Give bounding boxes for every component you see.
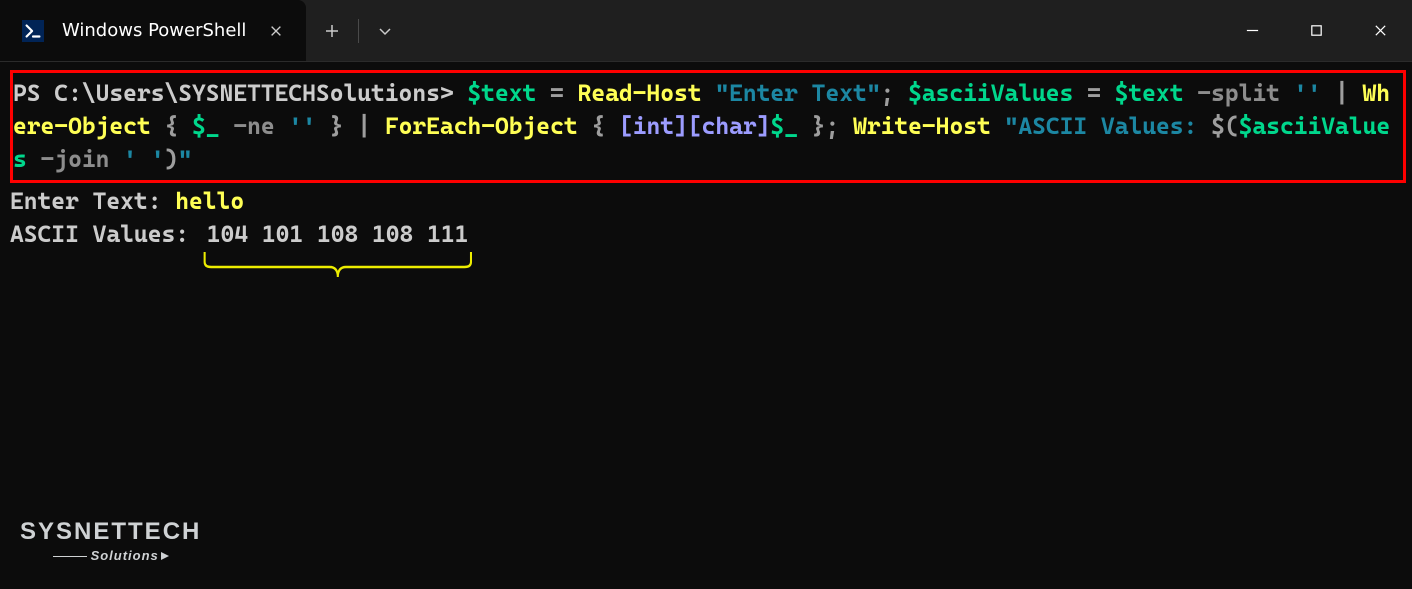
sp4 xyxy=(991,112,1005,140)
prompt: PS C:\Users\SYSNETTECHSolutions> xyxy=(13,79,467,107)
tab-powershell[interactable]: Windows PowerShell xyxy=(0,0,306,61)
semi2: ; xyxy=(826,112,854,140)
brace-c1: } xyxy=(316,112,344,140)
brace-o2: { xyxy=(591,112,619,140)
dollar2: $_ xyxy=(770,112,798,140)
tab-strip: Windows PowerShell xyxy=(0,0,1220,61)
command-highlight-box: PS C:\Users\SYSNETTECHSolutions> $text =… xyxy=(10,70,1406,183)
pipe1: | xyxy=(1321,79,1362,107)
op-eq1: = xyxy=(536,79,577,107)
cmd-readhost: Read-Host xyxy=(578,79,702,107)
output-enter-text: Enter Text: hello xyxy=(10,185,1406,218)
join-arg: ' ' xyxy=(123,145,164,173)
new-tab-button[interactable] xyxy=(306,0,358,61)
op-split: -split xyxy=(1183,79,1293,107)
window: Windows PowerShell xyxy=(0,0,1412,589)
op-join: -join xyxy=(27,145,123,173)
var-ascii: $asciiValues xyxy=(908,79,1073,107)
tab-actions xyxy=(306,0,411,61)
split-arg: '' xyxy=(1294,79,1322,107)
brace-o1: { xyxy=(164,112,192,140)
dollar1: $_ xyxy=(192,112,220,140)
enter-text-label: Enter Text: xyxy=(10,187,175,215)
ascii-label: ASCII Values: xyxy=(10,220,203,248)
brace-c2: } xyxy=(798,112,826,140)
tab-close-button[interactable] xyxy=(264,19,288,43)
ne-arg: '' xyxy=(288,112,316,140)
pipe2: | xyxy=(344,112,385,140)
watermark-bottom: Solutions xyxy=(20,547,201,565)
sub-o: $( xyxy=(1211,112,1239,140)
cmd-writehost: Write-Host xyxy=(853,112,991,140)
output-ascii-values: ASCII Values: 104 101 108 108 111 xyxy=(10,218,1406,251)
powershell-icon xyxy=(22,20,44,42)
tab-title: Windows PowerShell xyxy=(62,20,246,41)
watermark-bottom-text: Solutions xyxy=(91,548,159,563)
sp3 xyxy=(578,112,592,140)
cast: [int][char] xyxy=(619,112,770,140)
window-controls xyxy=(1220,0,1412,61)
var-text: $text xyxy=(467,79,536,107)
tab-dropdown-button[interactable] xyxy=(359,0,411,61)
titlebar: Windows PowerShell xyxy=(0,0,1412,62)
terminal[interactable]: PS C:\Users\SYSNETTECHSolutions> $text =… xyxy=(0,62,1412,589)
semi1: ; xyxy=(881,79,909,107)
sp2 xyxy=(151,112,165,140)
cmd-foreach: ForEach-Object xyxy=(385,112,578,140)
str-o: "ASCII Values: xyxy=(1005,112,1212,140)
close-button[interactable] xyxy=(1348,0,1412,61)
op-eq2: = xyxy=(1073,79,1114,107)
op-ne: -ne xyxy=(220,112,289,140)
user-input: hello xyxy=(175,187,244,215)
curly-brace-annotation xyxy=(203,250,473,280)
maximize-button[interactable] xyxy=(1284,0,1348,61)
sub-c: ) xyxy=(164,145,178,173)
watermark: SYSNETTECH Solutions xyxy=(20,515,201,565)
minimize-button[interactable] xyxy=(1220,0,1284,61)
sp xyxy=(702,79,716,107)
str-c: " xyxy=(178,145,192,173)
str-enter: "Enter Text" xyxy=(715,79,880,107)
var-text2: $text xyxy=(1115,79,1184,107)
command-line: PS C:\Users\SYSNETTECHSolutions> $text =… xyxy=(13,77,1401,176)
ascii-values-wrap: 104 101 108 108 111 xyxy=(203,218,473,251)
ascii-values: 104 101 108 108 111 xyxy=(203,220,473,248)
watermark-top: SYSNETTECH xyxy=(20,515,201,549)
